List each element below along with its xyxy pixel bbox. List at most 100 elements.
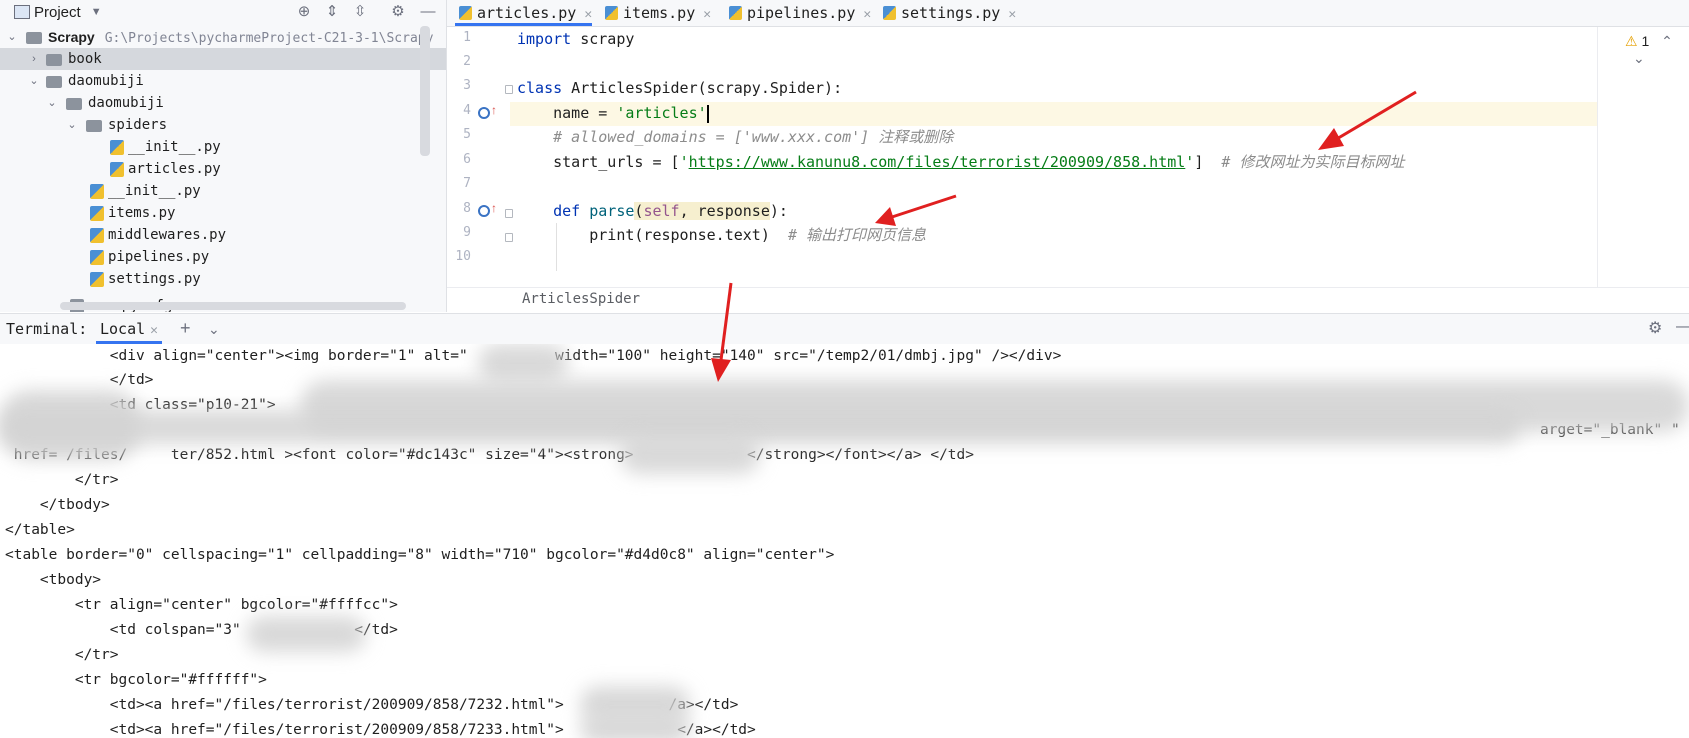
tree-item-label: items.py — [108, 205, 176, 221]
python-file-icon — [883, 6, 896, 20]
tree-item-label: Scrapy — [48, 29, 95, 45]
tree-item-items[interactable]: items.py — [0, 202, 446, 224]
tree-scrollbar[interactable] — [420, 26, 430, 156]
tree-item-scrapy[interactable]: ⌄ Scrapy G:\Projects\pycharmeProject-C21-… — [0, 26, 446, 48]
chevron-down-icon[interactable]: ⌄ — [66, 114, 78, 136]
python-file-icon — [605, 6, 618, 20]
code-text: start_urls = [ — [517, 153, 680, 171]
breadcrumb: ArticlesSpider — [447, 287, 1689, 313]
project-panel: Project ▼ ⊕ ⇕ ⇳ ⚙ — ⌄ Scrapy G:\Projects\… — [0, 0, 447, 312]
tree-item-settings[interactable]: settings.py — [0, 268, 446, 290]
project-title[interactable]: Project — [34, 4, 81, 21]
code-text: ] — [1194, 153, 1222, 171]
terminal-tab-label: Local — [100, 320, 146, 338]
minimize-icon[interactable]: — — [1676, 318, 1689, 336]
chevron-down-icon[interactable]: ⌄ — [28, 70, 40, 92]
redaction-blur — [580, 714, 690, 738]
code-line-9: print(response.text) # 输出打印网页信息 — [517, 223, 926, 247]
close-icon[interactable]: ✕ — [703, 7, 711, 22]
code-line-6: start_urls = ['https://www.kanunu8.com/f… — [517, 150, 1404, 174]
warnings-indicator[interactable]: ⚠ 1 ⌃ ⌄ — [1625, 33, 1689, 67]
locate-icon[interactable]: ⊕ — [294, 2, 314, 22]
expand-all-icon[interactable]: ⇕ — [322, 2, 342, 22]
tree-item-init[interactable]: __init__.py — [0, 180, 446, 202]
tab-terminal-local[interactable]: Local ✕ — [96, 314, 162, 344]
tab-label: settings.py — [901, 4, 1001, 22]
plus-icon[interactable]: + — [180, 318, 191, 339]
tab-label: articles.py — [477, 4, 577, 22]
collapse-all-icon[interactable]: ⇳ — [350, 2, 370, 22]
tree-item-label: pipelines.py — [108, 249, 210, 265]
tree-item-articles[interactable]: articles.py — [0, 158, 446, 180]
code-text: ): — [769, 202, 788, 220]
chevron-down-icon[interactable]: ⌄ — [208, 321, 220, 338]
close-icon[interactable]: ✕ — [150, 323, 158, 338]
self-keyword: self — [643, 202, 680, 220]
override-marker-icon[interactable] — [478, 107, 490, 119]
tree-horizontal-scrollbar[interactable] — [60, 302, 406, 310]
chevron-up-icon[interactable]: ⌃ — [1661, 33, 1673, 49]
minimize-icon[interactable]: — — [418, 2, 438, 22]
tab-pipelines[interactable]: pipelines.py ✕ — [725, 0, 871, 26]
tree-item-label: daomubiji — [68, 73, 144, 89]
indent-guide — [556, 223, 557, 271]
code-text: ArticlesSpider(scrapy.Spider): — [562, 79, 843, 97]
tree-item-pipelines[interactable]: pipelines.py — [0, 246, 446, 268]
tree-item-daomubiji[interactable]: ⌄ daomubiji — [0, 70, 446, 92]
url-link[interactable]: https://www.kanunu8.com/files/terrorist/… — [689, 153, 1186, 171]
code-line-1: import scrapy — [517, 27, 634, 51]
line-number: 9 — [463, 225, 471, 240]
tree-item-middlewares[interactable]: middlewares.py — [0, 224, 446, 246]
close-icon[interactable]: ✕ — [1008, 7, 1016, 22]
python-file-icon — [729, 6, 742, 20]
python-file-icon — [90, 228, 104, 243]
tab-label: pipelines.py — [747, 4, 856, 22]
terminal-line: </td> — [5, 372, 154, 388]
keyword: class — [517, 79, 563, 97]
close-icon[interactable]: ✕ — [863, 7, 871, 22]
chevron-down-icon[interactable]: ⌄ — [46, 92, 58, 114]
tree-item-label: book — [68, 51, 102, 67]
terminal-output[interactable]: <div align="center"><img border="1" alt=… — [0, 344, 1689, 738]
terminal-line: </tbody> — [5, 497, 110, 513]
python-file-icon — [90, 206, 104, 221]
string-literal: ' — [1185, 153, 1195, 171]
tab-items[interactable]: items.py ✕ — [601, 0, 711, 26]
tree-item-daomubiji-package[interactable]: ⌄ daomubiji — [0, 92, 446, 114]
fold-icon[interactable] — [505, 209, 513, 218]
package-icon — [66, 98, 82, 110]
chevron-down-icon[interactable]: ⌄ — [6, 26, 18, 48]
arrow-up-icon[interactable]: ↑ — [491, 103, 497, 117]
tab-articles[interactable]: articles.py ✕ — [455, 0, 593, 26]
tree-item-spiders-init[interactable]: __init__.py — [0, 136, 446, 158]
override-marker-icon[interactable] — [478, 205, 490, 217]
arrow-up-icon[interactable]: ↑ — [491, 201, 497, 215]
chevron-right-icon[interactable]: › — [28, 48, 40, 70]
terminal-line: </tr> — [5, 472, 119, 488]
chevron-down-icon[interactable]: ▼ — [91, 6, 102, 18]
string-literal: ' — [679, 153, 689, 171]
fold-icon[interactable] — [505, 233, 513, 242]
gear-icon[interactable]: ⚙ — [1648, 318, 1662, 338]
project-path: G:\Projects\pycharmeProject-C21-3-1\Scra… — [104, 31, 434, 46]
terminal-line: </table> — [5, 522, 75, 538]
tree-item-spiders[interactable]: ⌄ spiders — [0, 114, 446, 136]
line-number: 8 — [463, 201, 471, 216]
fold-icon[interactable] — [505, 85, 513, 94]
breadcrumb-item[interactable]: ArticlesSpider — [522, 291, 640, 307]
chevron-down-icon[interactable]: ⌄ — [1633, 50, 1645, 66]
python-file-icon — [90, 272, 104, 287]
gear-icon[interactable]: ⚙ — [388, 2, 408, 22]
string-literal: 'articles' — [616, 104, 707, 122]
code-editor[interactable]: import scrapy class ArticlesSpider(scrap… — [517, 27, 1597, 287]
keyword: def — [553, 202, 581, 220]
tree-item-book[interactable]: › book — [0, 48, 446, 70]
terminal-line: <table border="0" cellspacing="1" cellpa… — [5, 547, 835, 563]
tab-settings[interactable]: settings.py ✕ — [879, 0, 1016, 26]
close-icon[interactable]: ✕ — [584, 7, 592, 22]
line-number: 2 — [463, 54, 471, 69]
line-number: 10 — [455, 249, 471, 264]
code-text: , response — [679, 202, 770, 220]
tree-item-label: middlewares.py — [108, 227, 227, 243]
